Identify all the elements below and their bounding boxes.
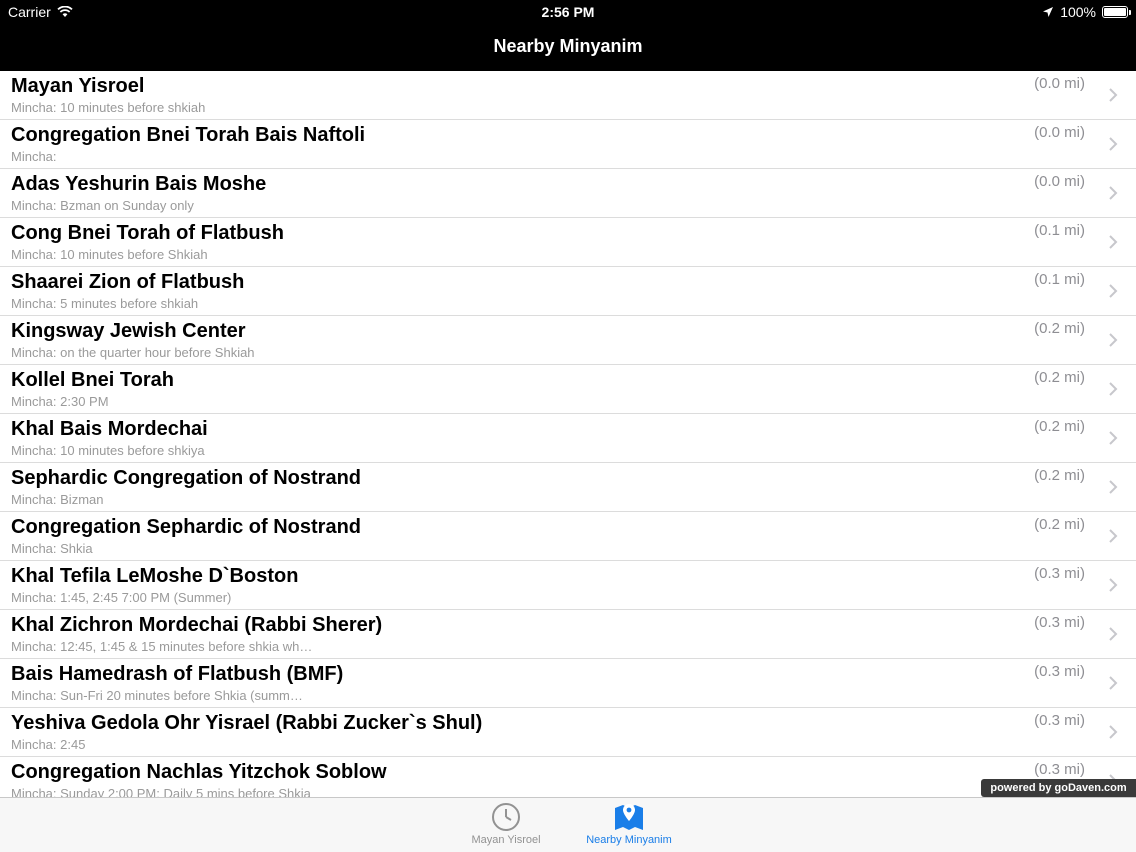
location-arrow-icon bbox=[1043, 7, 1054, 17]
chevron-right-icon bbox=[1109, 186, 1118, 200]
list-item[interactable]: Cong Bnei Torah of Flatbush Mincha: 10 mi… bbox=[0, 218, 1136, 267]
minyan-name: Kollel Bnei Torah bbox=[11, 369, 174, 391]
tab-label: Mayan Yisroel bbox=[471, 834, 541, 846]
chevron-right-icon bbox=[1109, 235, 1118, 249]
distance-label: (0.1 mi) bbox=[1034, 222, 1085, 239]
tab-mayan-yisroel[interactable]: Mayan Yisroel bbox=[446, 800, 566, 846]
chevron-right-icon bbox=[1109, 578, 1118, 592]
list-item[interactable]: Congregation Nachlas Yitzchok Soblow Minc… bbox=[0, 757, 1136, 797]
mincha-time: Mincha: bbox=[11, 149, 57, 164]
map-pin-icon bbox=[615, 804, 643, 830]
battery-icon bbox=[1102, 6, 1131, 18]
distance-label: (0.2 mi) bbox=[1034, 467, 1085, 484]
distance-label: (0.0 mi) bbox=[1034, 173, 1085, 190]
minyan-name: Sephardic Congregation of Nostrand bbox=[11, 467, 362, 489]
list-item[interactable]: Congregation Bnei Torah Bais Naftoli Minc… bbox=[0, 120, 1136, 169]
minyan-name: Cong Bnei Torah of Flatbush bbox=[11, 222, 284, 244]
minyan-name: Congregation Nachlas Yitzchok Soblow bbox=[11, 761, 387, 783]
minyan-name: Congregation Sephardic of Nostrand bbox=[11, 516, 362, 538]
distance-label: (0.1 mi) bbox=[1034, 271, 1085, 288]
minyan-name: Adas Yeshurin Bais Moshe bbox=[11, 173, 267, 195]
tab-nearby-minyanim[interactable]: Nearby Minyanim bbox=[569, 800, 689, 846]
page-title: Nearby Minyanim bbox=[493, 36, 643, 56]
list-item[interactable]: Adas Yeshurin Bais Moshe Mincha: Bzman on… bbox=[0, 169, 1136, 218]
minyan-name: Khal Bais Mordechai bbox=[11, 418, 208, 440]
mincha-time: Mincha: Sunday 2:00 PM; Daily 5 mins bef… bbox=[11, 786, 311, 797]
list-item[interactable]: Mayan Yisroel Mincha: 10 minutes before s… bbox=[0, 71, 1136, 120]
distance-label: (0.3 mi) bbox=[1034, 614, 1085, 631]
chevron-right-icon bbox=[1109, 88, 1118, 102]
top-bar: Carrier 2:56 PM 100% Nearby Minyanim bbox=[0, 0, 1136, 71]
mincha-time: Mincha: 12:45, 1:45 & 15 minutes before … bbox=[11, 639, 313, 654]
distance-label: (0.3 mi) bbox=[1034, 565, 1085, 582]
powered-by-badge[interactable]: powered by goDaven.com bbox=[981, 779, 1136, 797]
minyan-name: Congregation Bnei Torah Bais Naftoli bbox=[11, 124, 366, 146]
minyan-name: Khal Tefila LeMoshe D`Boston bbox=[11, 565, 299, 587]
minyan-name: Shaarei Zion of Flatbush bbox=[11, 271, 245, 293]
distance-label: (0.2 mi) bbox=[1034, 369, 1085, 386]
distance-label: (0.2 mi) bbox=[1034, 516, 1085, 533]
list-item[interactable]: Khal Zichron Mordechai (Rabbi Sherer) Min… bbox=[0, 610, 1136, 659]
distance-label: (0.3 mi) bbox=[1034, 663, 1085, 680]
chevron-right-icon bbox=[1109, 382, 1118, 396]
minyan-name: Mayan Yisroel bbox=[11, 75, 145, 97]
status-bar: Carrier 2:56 PM 100% bbox=[0, 0, 1136, 24]
tab-bar: Mayan Yisroel Nearby Minyanim bbox=[0, 797, 1136, 852]
minyan-name: Bais Hamedrash of Flatbush (BMF) bbox=[11, 663, 344, 685]
list-item[interactable]: Bais Hamedrash of Flatbush (BMF) Mincha: … bbox=[0, 659, 1136, 708]
clock-icon bbox=[492, 803, 520, 831]
list-item[interactable]: Yeshiva Gedola Ohr Yisrael (Rabbi Zucker… bbox=[0, 708, 1136, 757]
distance-label: (0.2 mi) bbox=[1034, 320, 1085, 337]
chevron-right-icon bbox=[1109, 137, 1118, 151]
minyan-list[interactable]: Mayan Yisroel Mincha: 10 minutes before s… bbox=[0, 71, 1136, 797]
battery-percent: 100% bbox=[1060, 4, 1096, 20]
distance-label: (0.0 mi) bbox=[1034, 75, 1085, 92]
chevron-right-icon bbox=[1109, 284, 1118, 298]
status-time: 2:56 PM bbox=[541, 4, 595, 20]
list-item[interactable]: Congregation Sephardic of Nostrand Mincha… bbox=[0, 512, 1136, 561]
minyan-name: Yeshiva Gedola Ohr Yisrael (Rabbi Zucker… bbox=[11, 712, 483, 734]
chevron-right-icon bbox=[1109, 480, 1118, 494]
tab-label: Nearby Minyanim bbox=[586, 834, 672, 846]
distance-label: (0.3 mi) bbox=[1034, 761, 1085, 778]
distance-label: (0.2 mi) bbox=[1034, 418, 1085, 435]
mincha-time: Mincha: 2:45 bbox=[11, 737, 86, 752]
mincha-time: Mincha: 10 minutes before Shkiah bbox=[11, 247, 208, 262]
mincha-time: Mincha: 1:45, 2:45 7:00 PM (Summer) bbox=[11, 590, 232, 605]
chevron-right-icon bbox=[1109, 529, 1118, 543]
mincha-time: Mincha: Bzman on Sunday only bbox=[11, 198, 194, 213]
mincha-time: Mincha: 2:30 PM bbox=[11, 394, 109, 409]
list-item[interactable]: Khal Bais Mordechai Mincha: 10 minutes be… bbox=[0, 414, 1136, 463]
minyan-name: Kingsway Jewish Center bbox=[11, 320, 246, 342]
mincha-time: Mincha: Sun-Fri 20 minutes before Shkia … bbox=[11, 688, 303, 703]
mincha-time: Mincha: on the quarter hour before Shkia… bbox=[11, 345, 255, 360]
minyan-name: Khal Zichron Mordechai (Rabbi Sherer) bbox=[11, 614, 383, 636]
list-item[interactable]: Kollel Bnei Torah Mincha: 2:30 PM (0.2 mi) bbox=[0, 365, 1136, 414]
mincha-time: Mincha: 5 minutes before shkiah bbox=[11, 296, 199, 311]
list-item[interactable]: Shaarei Zion of Flatbush Mincha: 5 minute… bbox=[0, 267, 1136, 316]
mincha-time: Mincha: Bizman bbox=[11, 492, 104, 507]
list-item[interactable]: Kingsway Jewish Center Mincha: on the qua… bbox=[0, 316, 1136, 365]
chevron-right-icon bbox=[1109, 627, 1118, 641]
chevron-right-icon bbox=[1109, 725, 1118, 739]
list-item[interactable]: Sephardic Congregation of Nostrand Mincha… bbox=[0, 463, 1136, 512]
chevron-right-icon bbox=[1109, 431, 1118, 445]
mincha-time: Mincha: Shkia bbox=[11, 541, 93, 556]
chevron-right-icon bbox=[1109, 676, 1118, 690]
chevron-right-icon bbox=[1109, 333, 1118, 347]
list-item[interactable]: Khal Tefila LeMoshe D`Boston Mincha: 1:45… bbox=[0, 561, 1136, 610]
distance-label: (0.3 mi) bbox=[1034, 712, 1085, 729]
distance-label: (0.0 mi) bbox=[1034, 124, 1085, 141]
mincha-time: Mincha: 10 minutes before shkiah bbox=[11, 100, 206, 115]
mincha-time: Mincha: 10 minutes before shkiya bbox=[11, 443, 205, 458]
